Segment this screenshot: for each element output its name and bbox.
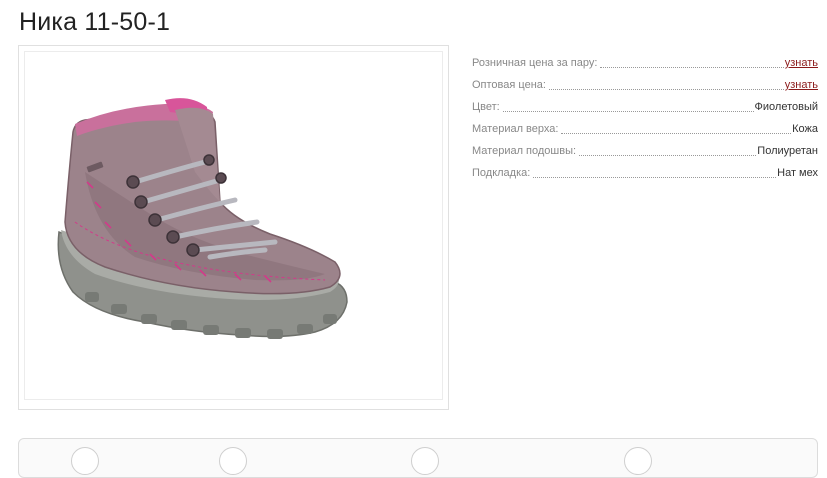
spec-color: Цвет: Фиолетовый — [472, 96, 818, 118]
retail-price-link[interactable]: узнать — [784, 52, 818, 74]
spec-value: Полиуретан — [757, 145, 818, 157]
dotted-leader — [579, 155, 757, 156]
wholesale-price-link[interactable]: узнать — [784, 74, 818, 96]
spec-value: Кожа — [792, 123, 818, 135]
spec-label: Цвет: — [472, 101, 500, 113]
spec-label: Материал верха: — [472, 123, 559, 135]
spec-value: Фиолетовый — [754, 101, 818, 113]
dotted-leader — [548, 89, 784, 90]
action-icon[interactable] — [624, 447, 652, 475]
action-bar — [18, 438, 818, 478]
action-icon[interactable] — [219, 447, 247, 475]
spec-retail-price: Розничная цена за пару: узнать — [472, 52, 818, 74]
product-image[interactable] — [24, 51, 443, 400]
boot-illustration — [57, 98, 348, 339]
dotted-leader — [502, 111, 754, 112]
spec-upper-material: Материал верха: Кожа — [472, 118, 818, 140]
spec-sole-material: Материал подошвы: Полиуретан — [472, 140, 818, 162]
spec-lining: Подкладка: Нат мех — [472, 162, 818, 184]
spec-label: Оптовая цена: — [472, 79, 546, 91]
spec-label: Розничная цена за пару: — [472, 57, 598, 69]
spec-value: Нат мех — [777, 167, 818, 179]
product-image-frame — [18, 45, 449, 410]
page-title: Ника 11-50-1 — [19, 8, 171, 36]
dotted-leader — [533, 177, 777, 178]
product-specs: Розничная цена за пару: узнать Оптовая ц… — [472, 52, 818, 184]
dotted-leader — [561, 133, 792, 134]
spec-wholesale-price: Оптовая цена: узнать — [472, 74, 818, 96]
action-icon[interactable] — [411, 447, 439, 475]
spec-label: Материал подошвы: — [472, 145, 577, 157]
action-icon[interactable] — [71, 447, 99, 475]
spec-label: Подкладка: — [472, 167, 531, 179]
dotted-leader — [600, 67, 784, 68]
